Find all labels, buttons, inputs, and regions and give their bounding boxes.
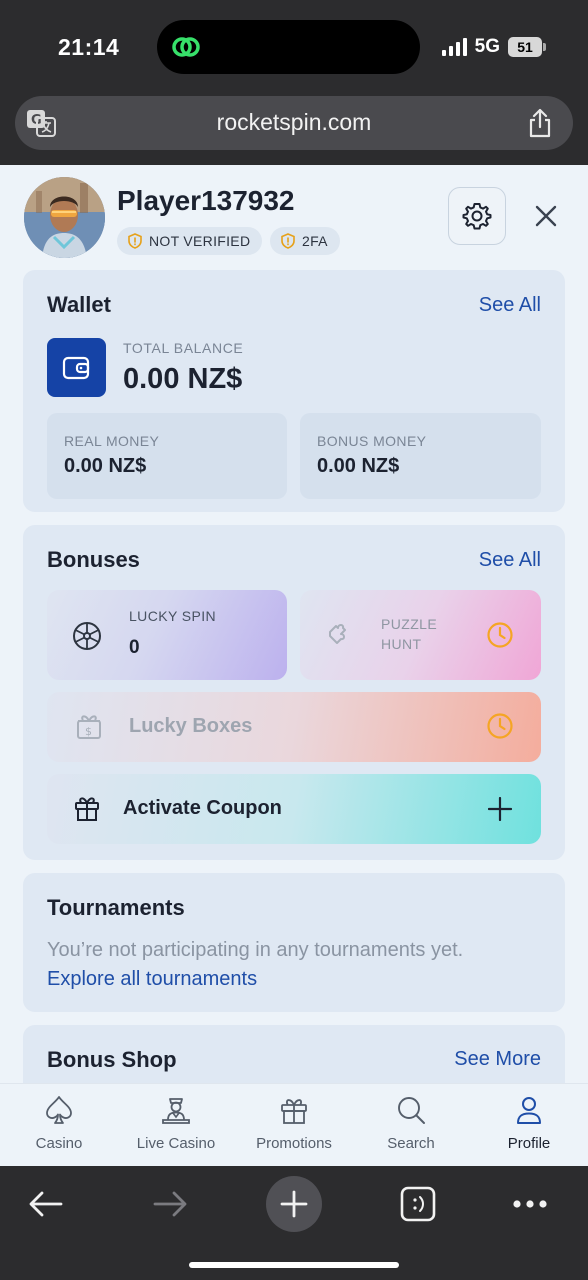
- more-button[interactable]: [502, 1176, 558, 1232]
- bonuses-title: Bonuses: [47, 547, 140, 572]
- bonuses-see-all-link[interactable]: See All: [479, 549, 541, 572]
- link-icon: [172, 37, 200, 57]
- puzzle-icon: [329, 624, 346, 644]
- real-money-box: REAL MONEY 0.00 NZ$: [47, 413, 287, 499]
- nav-casino[interactable]: Casino: [4, 1094, 114, 1152]
- nav-search-label: Search: [387, 1135, 435, 1152]
- dealer-icon: [162, 1098, 190, 1124]
- battery-icon: 51: [508, 37, 546, 57]
- tabs-icon: [400, 1186, 436, 1222]
- profile-header: Player137932 NOT VERIFIED 2FA: [0, 165, 588, 265]
- bonuses-card: Bonuses See All LUCKY SPIN 0 PUZZLE HUNT: [23, 525, 565, 860]
- plus-icon[interactable]: [488, 797, 512, 821]
- total-balance-label: TOTAL BALANCE: [123, 340, 244, 356]
- status-time: 21:14: [58, 34, 120, 60]
- status-indicators: 5G 51: [441, 36, 546, 58]
- spade-icon: [46, 1096, 72, 1124]
- gift-icon: [281, 1099, 307, 1124]
- puzzle-hunt-label-line1: PUZZLE: [381, 616, 438, 632]
- badge-label: NOT VERIFIED: [149, 233, 251, 249]
- username: Player137932: [117, 185, 295, 216]
- clock-icon: [487, 713, 513, 739]
- search-icon: [398, 1097, 425, 1124]
- wallet-icon: [47, 338, 106, 397]
- shield-warning-icon: [281, 233, 295, 249]
- back-button[interactable]: [18, 1176, 74, 1232]
- wallet-card: Wallet See All TOTAL BALANCE 0.00 NZ$ RE…: [23, 270, 565, 512]
- bonus-shop-see-more-link[interactable]: See More: [454, 1048, 541, 1071]
- user-icon: [517, 1097, 541, 1124]
- gift-box-icon: $: [77, 715, 101, 739]
- wheel-icon: [73, 622, 101, 650]
- arrow-right-icon: [153, 1191, 187, 1217]
- wallet-see-all-link[interactable]: See All: [479, 294, 541, 317]
- tournaments-empty-message: You’re not participating in any tourname…: [47, 939, 464, 961]
- gift-icon: [75, 797, 99, 821]
- address-bar[interactable]: G rocketspin.com: [15, 96, 573, 150]
- nav-promotions-label: Promotions: [256, 1135, 332, 1152]
- bottom-navigation: Casino Live Casino Promotions Search Pro…: [0, 1083, 588, 1166]
- tournaments-card: Tournaments You’re not participating in …: [23, 873, 565, 1012]
- activate-coupon-tile[interactable]: Activate Coupon: [47, 774, 541, 844]
- total-balance-value: 0.00 NZ$: [123, 363, 243, 395]
- close-icon[interactable]: [531, 201, 561, 231]
- wallet-title: Wallet: [47, 292, 111, 317]
- forward-button[interactable]: [142, 1176, 198, 1232]
- new-tab-button[interactable]: [266, 1176, 322, 1232]
- lucky-spin-value: 0: [129, 637, 140, 658]
- real-money-value: 0.00 NZ$: [64, 455, 147, 477]
- puzzle-hunt-label-line2: HUNT: [381, 636, 422, 652]
- nav-live-casino[interactable]: Live Casino: [121, 1094, 231, 1152]
- explore-tournaments-link[interactable]: Explore all tournaments: [47, 968, 257, 991]
- home-indicator: [189, 1262, 399, 1268]
- avatar[interactable]: [24, 177, 105, 258]
- lucky-spin-tile[interactable]: LUCKY SPIN 0: [47, 590, 287, 680]
- nav-profile[interactable]: Profile: [474, 1094, 584, 1152]
- shield-warning-icon: [128, 233, 142, 249]
- arrow-left-icon: [29, 1191, 63, 1217]
- activate-coupon-label: Activate Coupon: [123, 797, 282, 819]
- avatar-image: [24, 177, 105, 258]
- nav-casino-label: Casino: [35, 1135, 83, 1152]
- tabs-button[interactable]: [390, 1176, 446, 1232]
- share-icon[interactable]: [527, 108, 553, 138]
- bonus-shop-card: Bonus Shop See More: [23, 1025, 565, 1083]
- nav-promotions[interactable]: Promotions: [239, 1094, 349, 1152]
- svg-text:$: $: [85, 725, 92, 738]
- bonus-money-value: 0.00 NZ$: [317, 455, 400, 477]
- tournaments-title: Tournaments: [47, 895, 185, 920]
- lucky-spin-label: LUCKY SPIN: [129, 608, 216, 624]
- more-icon: [513, 1200, 547, 1208]
- settings-button[interactable]: [448, 187, 506, 245]
- nav-search[interactable]: Search: [356, 1094, 466, 1152]
- not-verified-badge[interactable]: NOT VERIFIED: [117, 227, 263, 255]
- url-text: rocketspin.com: [216, 109, 372, 135]
- browser-top-chrome: 21:14 5G 51 G rocketspin.com: [0, 0, 588, 165]
- network-type: 5G: [474, 36, 500, 57]
- lucky-boxes-label: Lucky Boxes: [129, 715, 253, 737]
- plus-icon: [280, 1190, 308, 1218]
- browser-bottom-toolbar: [0, 1166, 588, 1280]
- clock-icon: [487, 622, 513, 648]
- profile-page: Player137932 NOT VERIFIED 2FA Wallet See…: [0, 165, 588, 1083]
- gear-icon: [462, 203, 492, 230]
- nav-live-casino-label: Live Casino: [136, 1135, 216, 1152]
- bonus-money-label: BONUS MONEY: [317, 433, 427, 449]
- status-bar: 21:14 5G 51: [0, 0, 588, 90]
- signal-icon: [441, 38, 467, 56]
- badge-label: 2FA: [302, 233, 328, 249]
- puzzle-hunt-tile[interactable]: PUZZLE HUNT: [300, 590, 541, 680]
- lucky-boxes-tile[interactable]: $ Lucky Boxes: [47, 692, 541, 762]
- nav-profile-label: Profile: [507, 1135, 551, 1152]
- dynamic-island: [157, 20, 420, 74]
- real-money-label: REAL MONEY: [64, 433, 160, 449]
- bonus-shop-title: Bonus Shop: [47, 1047, 177, 1072]
- 2fa-badge[interactable]: 2FA: [270, 227, 340, 255]
- bonus-money-box: BONUS MONEY 0.00 NZ$: [300, 413, 541, 499]
